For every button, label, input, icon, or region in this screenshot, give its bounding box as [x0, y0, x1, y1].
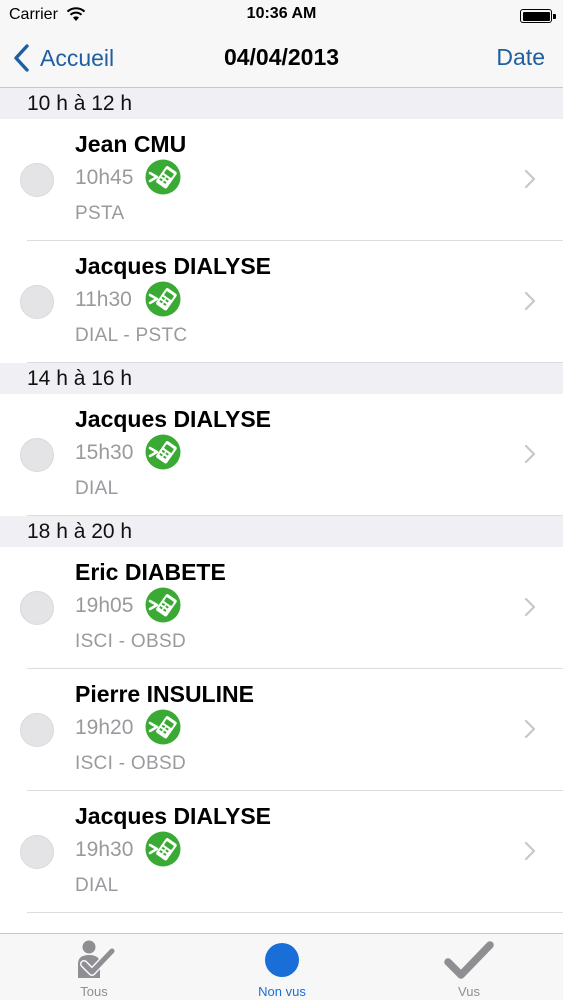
appointment-time: 15h30: [75, 441, 134, 464]
appointment-row[interactable]: Jacques DIALYSE 15h30 DIAL: [0, 394, 563, 516]
act-codes: ISCI - OBSD: [75, 631, 186, 652]
patient-name: Pierre INSULINE: [75, 681, 254, 707]
appointment-time: 19h05: [75, 594, 134, 617]
row-separator: [27, 912, 563, 913]
patient-name: Jacques DIALYSE: [75, 803, 272, 829]
section-header: 14 h à 16 h: [0, 363, 563, 394]
carte-vitale-icon: [145, 587, 181, 623]
blue-dot-icon: [265, 943, 299, 977]
tab-vus-label: Vus: [458, 984, 480, 999]
patient-name: Jacques DIALYSE: [75, 406, 272, 432]
appointment-row[interactable]: Jean CMU 10h45 PSTA: [0, 119, 563, 241]
patient-name: Eric DIABETE: [75, 559, 226, 585]
carte-vitale-icon: [145, 281, 181, 317]
chevron-right-icon: [524, 597, 536, 617]
appointment-time: 19h30: [75, 838, 134, 861]
navigation-bar: Accueil 04/04/2013 Date: [0, 30, 563, 88]
appointment-list: 10 h à 12 h Jean CMU 10h45 PSTA Jacques DIAL…: [0, 88, 563, 913]
carte-vitale-icon: [145, 434, 181, 470]
date-button[interactable]: Date: [496, 44, 545, 71]
carte-vitale-icon: [145, 709, 181, 745]
carte-vitale-icon: [145, 159, 181, 195]
checkmark-icon: [444, 941, 494, 979]
row-separator: [27, 515, 563, 516]
status-bar: Carrier 10:36 AM: [0, 0, 563, 30]
tab-tous[interactable]: Tous: [0, 934, 188, 1000]
section-header: 18 h à 20 h: [0, 516, 563, 547]
status-radio[interactable]: [20, 591, 54, 625]
appointment-row[interactable]: Pierre INSULINE 19h20 ISCI - OBSD: [0, 669, 563, 791]
row-separator: [27, 362, 563, 363]
appointment-time: 11h30: [75, 288, 132, 311]
act-codes: DIAL: [75, 478, 119, 499]
status-radio[interactable]: [20, 163, 54, 197]
section-header: 10 h à 12 h: [0, 88, 563, 119]
tab-non-vus[interactable]: Non vus: [188, 934, 376, 1000]
chevron-right-icon: [524, 719, 536, 739]
appointment-time: 10h45: [75, 166, 134, 189]
appointment-time: 19h20: [75, 716, 134, 739]
chevron-right-icon: [524, 841, 536, 861]
carte-vitale-icon: [145, 831, 181, 867]
appointment-row[interactable]: Jacques DIALYSE 11h30 DIAL - PSTC: [0, 241, 563, 363]
act-codes: PSTA: [75, 203, 125, 224]
status-radio[interactable]: [20, 713, 54, 747]
act-codes: ISCI - OBSD: [75, 753, 186, 774]
tab-non-vus-label: Non vus: [258, 984, 306, 999]
act-codes: DIAL: [75, 875, 119, 896]
battery-icon: [520, 9, 556, 23]
chevron-right-icon: [524, 444, 536, 464]
check-person-icon: [78, 940, 116, 978]
appointment-row[interactable]: Jacques DIALYSE 19h30 DIAL: [0, 791, 563, 913]
tab-tous-label: Tous: [80, 984, 108, 999]
chevron-right-icon: [524, 169, 536, 189]
patient-name: Jacques DIALYSE: [75, 253, 272, 279]
tab-bar: Tous Non vus Vus: [0, 933, 563, 1000]
chevron-left-icon: [14, 44, 29, 72]
status-radio[interactable]: [20, 285, 54, 319]
back-button-label: Accueil: [40, 44, 115, 71]
patient-name: Jean CMU: [75, 131, 187, 157]
status-time: 10:36 AM: [246, 5, 317, 22]
act-codes: DIAL - PSTC: [75, 325, 188, 346]
tab-vus[interactable]: Vus: [375, 934, 563, 1000]
chevron-right-icon: [524, 291, 536, 311]
status-radio[interactable]: [20, 438, 54, 472]
status-radio[interactable]: [20, 835, 54, 869]
appointment-row[interactable]: Eric DIABETE 19h05 ISCI - OBSD: [0, 547, 563, 669]
back-button[interactable]: Accueil: [12, 41, 114, 75]
